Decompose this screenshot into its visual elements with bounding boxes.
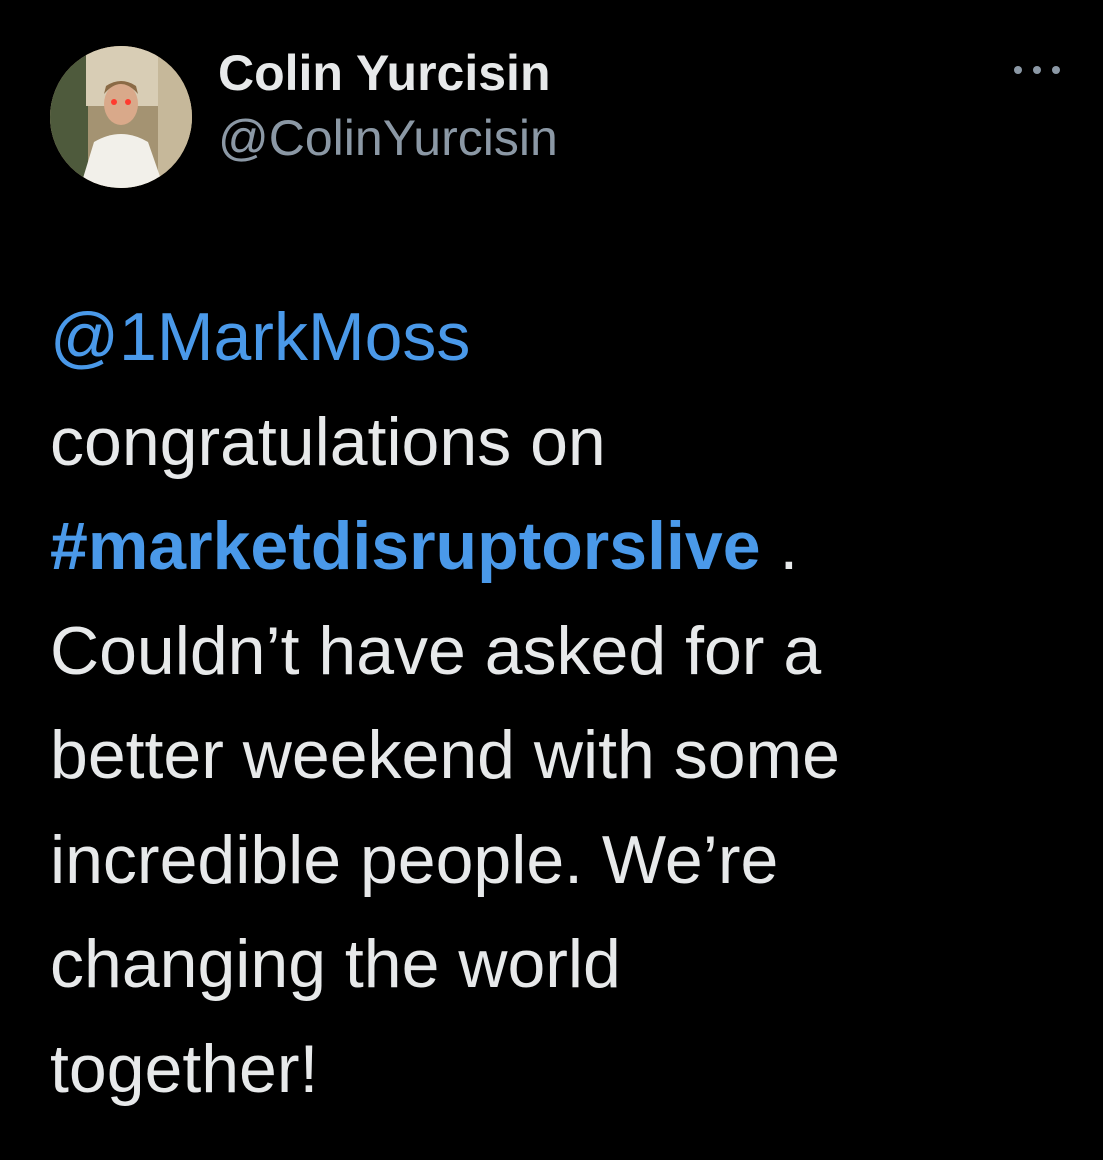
tweet-line: better weekend with some — [50, 717, 840, 793]
tweet-line: incredible people. We’re — [50, 821, 779, 898]
avatar[interactable] — [50, 46, 192, 188]
mention-link[interactable]: @1MarkMoss — [50, 299, 470, 375]
author-names: Colin Yurcisin @ColinYurcisin — [218, 38, 558, 168]
more-horizontal-icon-dot — [1052, 66, 1060, 74]
more-horizontal-icon-dot — [1014, 66, 1022, 74]
tweet-line: together! — [50, 1030, 319, 1107]
tweet-text: @1MarkMoss congratulations on #marketdis… — [50, 285, 1070, 1121]
hashtag-link[interactable]: #marketdisruptorslive — [50, 508, 761, 584]
author-handle[interactable]: @ColinYurcisin — [218, 108, 558, 168]
tweet-card: Colin Yurcisin @ColinYurcisin @1MarkMoss… — [0, 0, 1103, 1160]
tweet-line: changing the world — [50, 926, 621, 1002]
tweet-line: congratulations on — [50, 403, 606, 480]
tweet-line: Couldn’t have asked for a — [50, 612, 822, 689]
avatar-photo — [50, 46, 192, 188]
tweet-header: Colin Yurcisin @ColinYurcisin — [50, 34, 1060, 188]
author-display-name[interactable]: Colin Yurcisin — [218, 38, 558, 108]
more-horizontal-icon-dot — [1033, 66, 1041, 74]
more-options-button[interactable] — [1014, 60, 1060, 80]
tweet-line: #marketdisruptorslive . — [50, 494, 1070, 599]
tweet-line: @1MarkMoss — [50, 285, 1070, 390]
hashtag-suffix: . — [760, 508, 799, 584]
